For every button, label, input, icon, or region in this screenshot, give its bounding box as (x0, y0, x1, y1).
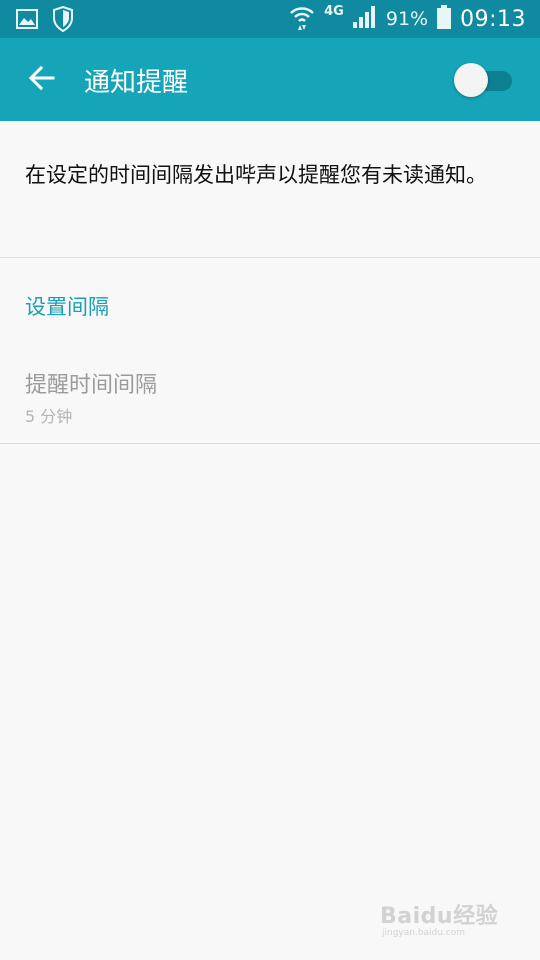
setting-item-reminder-interval[interactable]: 提醒时间间隔 5 分钟 (0, 359, 540, 443)
setting-title: 提醒时间间隔 (25, 373, 158, 398)
watermark: Baidu经验 jingyan.baidu.com (380, 898, 510, 946)
network-label: 4G (324, 3, 344, 19)
arrow-left-icon (28, 65, 55, 95)
status-bar-left (16, 5, 74, 36)
clock: 09:13 (460, 6, 526, 32)
divider (0, 257, 540, 258)
status-bar-right: 4G 91% 09:13 (288, 0, 526, 38)
page-title: 通知提醒 (84, 68, 189, 98)
signal-icon (352, 5, 378, 33)
battery-percent: 91% (385, 8, 429, 30)
divider (0, 443, 540, 444)
description-text: 在设定的时间间隔发出哔声以提醒您有未读通知。 (25, 163, 487, 187)
setting-summary: 5 分钟 (25, 407, 73, 426)
gallery-icon (16, 8, 38, 34)
wifi-icon (288, 3, 316, 35)
shield-icon (52, 5, 74, 36)
watermark-url: jingyan.baidu.com (382, 928, 466, 938)
status-bar: 4G 91% 09:13 (0, 0, 540, 38)
watermark-brand: Baidu经验 (380, 904, 499, 929)
battery-icon (436, 4, 452, 34)
back-button[interactable] (20, 58, 64, 102)
app-bar: 通知提醒 (0, 38, 540, 121)
section-header: 设置间隔 (25, 295, 109, 319)
notification-reminder-toggle[interactable] (454, 62, 514, 98)
toggle-thumb (454, 63, 488, 97)
